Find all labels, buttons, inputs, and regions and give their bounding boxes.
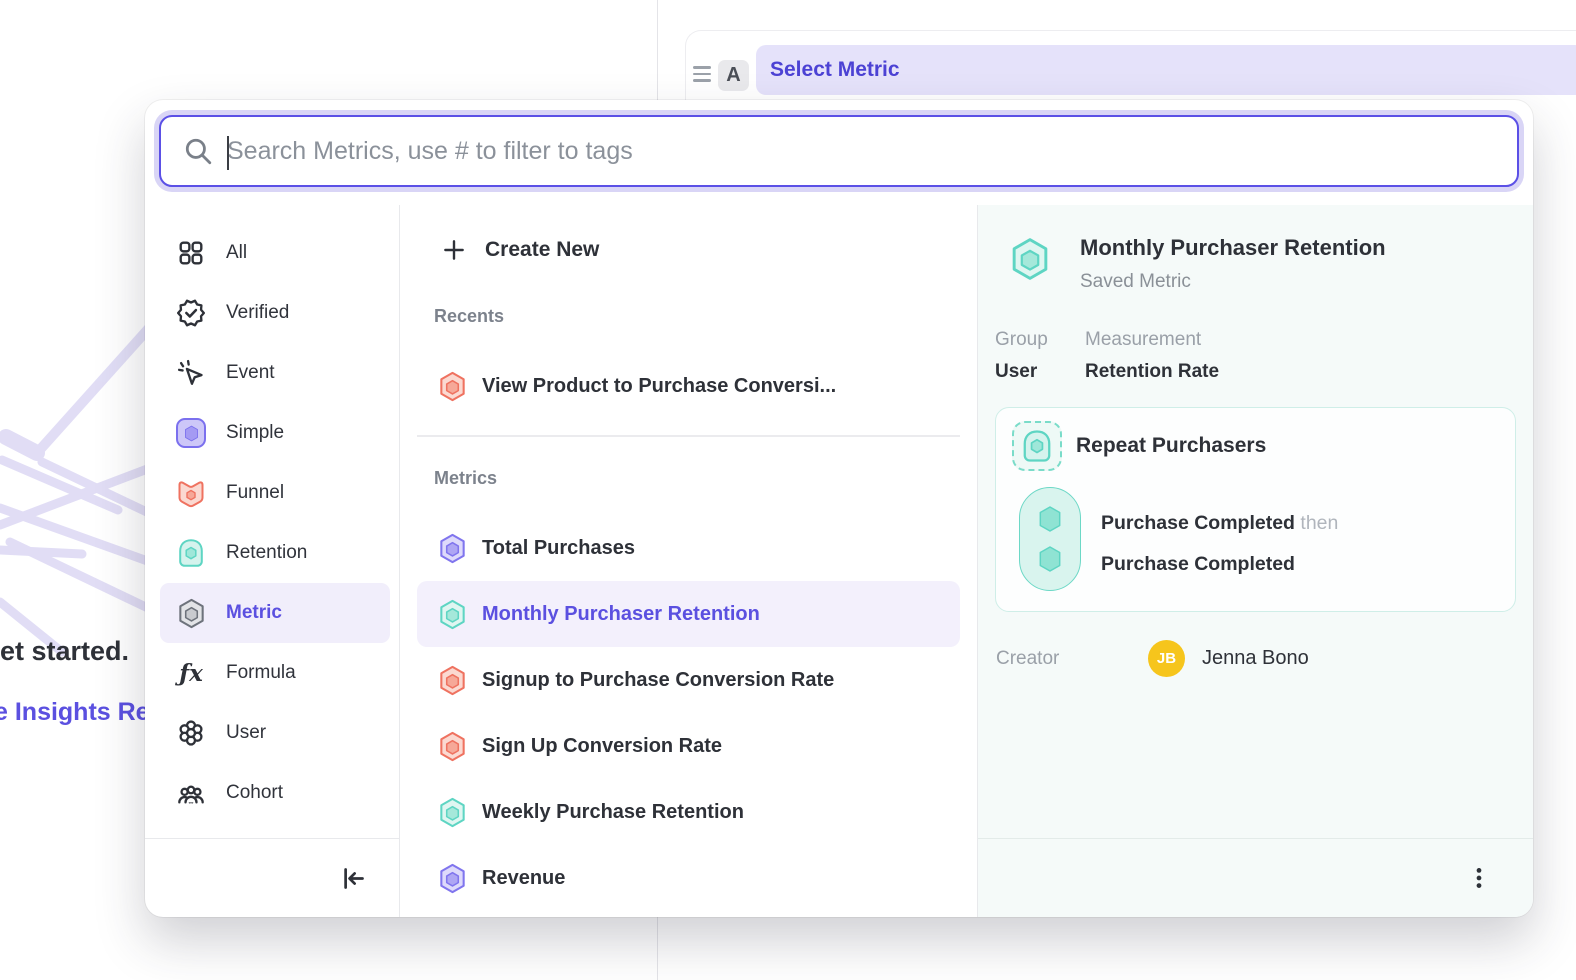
definition-step2: Purchase Completed [1101,553,1295,575]
sidebar-item-simple[interactable]: Simple [160,403,390,463]
event-sequence-capsule [1019,487,1081,591]
recent-metric-row[interactable]: View Product to Purchase Conversi... [417,357,960,415]
group-value: User [995,361,1085,383]
sidebar-item-label: Metric [226,602,282,624]
funnel-metric-icon [439,731,466,762]
funnel-metric-icon [439,371,466,402]
drag-handle-icon[interactable] [693,66,711,82]
event-hexagon-icon [1038,545,1062,573]
cursor-click-icon [176,358,206,388]
cohort-people-icon [176,778,206,808]
sidebar-item-label: Cohort [226,782,283,804]
retention-definition-icon [1012,421,1062,471]
simple-metric-icon [439,863,466,894]
sidebar-item-all[interactable]: All [160,223,390,283]
sidebar-item-metric[interactable]: Metric [160,583,390,643]
sidebar-item-funnel[interactable]: Funnel [160,463,390,523]
event-hexagon-icon [1038,505,1062,533]
metric-hexagon-icon [176,598,206,628]
formula-fx-icon: ƒx [176,658,206,688]
select-metric-pill[interactable]: Select Metric [756,45,1576,95]
sidebar-item-label: Retention [226,542,307,564]
recent-metric-label: View Product to Purchase Conversi... [482,375,836,398]
definition-title: Repeat Purchasers [1076,434,1266,458]
search-box[interactable] [159,115,1519,187]
collapse-left-icon [340,865,367,892]
measurement-value: Retention Rate [1085,361,1219,383]
definition-connector: then [1300,512,1338,534]
user-cluster-icon [176,718,206,748]
grid-icon [176,238,206,268]
sidebar-item-user[interactable]: User [160,703,390,763]
more-options-button[interactable] [1461,860,1497,896]
metric-picker-modal: All Verified [145,100,1533,917]
metric-list-panel: Create New Recents View Product to Purch… [400,205,978,917]
sidebar-item-event[interactable]: Event [160,343,390,403]
metrics-section-header: Metrics [417,463,960,493]
sidebar-item-label: Verified [226,302,289,324]
metric-row-sign-up-conversion-rate[interactable]: Sign Up Conversion Rate [417,713,960,779]
metric-row-weekly-purchase-retention[interactable]: Weekly Purchase Retention [417,779,960,845]
detail-title: Monthly Purchaser Retention [1080,235,1386,261]
simple-metric-icon [439,533,466,564]
group-label: Group [995,329,1085,351]
simple-hexagon-icon [176,418,206,448]
funnel-metric-icon [439,665,466,696]
kebab-menu-icon [1466,865,1492,891]
metric-label: Total Purchases [482,537,635,560]
metric-label: Sign Up Conversion Rate [482,735,722,758]
retention-metric-icon [439,797,466,828]
metric-type-icon [1010,237,1050,281]
metric-label: Revenue [482,867,565,890]
sidebar-item-formula[interactable]: ƒx Formula [160,643,390,703]
create-new-label: Create New [485,238,599,262]
sidebar-item-cohort[interactable]: Cohort [160,763,390,823]
retention-arch-icon [176,538,206,568]
plus-icon [441,237,467,263]
sidebar-item-label: All [226,242,247,264]
metric-row-signup-to-purchase-conversion-rate[interactable]: Signup to Purchase Conversion Rate [417,647,960,713]
sidebar-item-verified[interactable]: Verified [160,283,390,343]
retention-metric-icon [439,599,466,630]
background-text-fragment: et started. [0,636,129,667]
metric-label: Weekly Purchase Retention [482,801,744,824]
creator-label: Creator [996,648,1148,670]
creator-name: Jenna Bono [1202,647,1309,670]
funnel-icon [176,478,206,508]
sidebar-item-label: User [226,722,266,744]
metric-detail-panel: Monthly Purchaser Retention Saved Metric… [978,205,1533,917]
measurement-label: Measurement [1085,329,1219,351]
verified-seal-icon [176,298,206,328]
text-caret [227,136,229,170]
metric-row-monthly-purchaser-retention[interactable]: Monthly Purchaser Retention [417,581,960,647]
sidebar-item-label: Funnel [226,482,284,504]
search-icon [183,136,213,166]
sidebar-item-retention[interactable]: Retention [160,523,390,583]
recents-section-header: Recents [417,301,960,331]
sidebar-item-label: Formula [226,662,296,684]
sidebar-item-label: Simple [226,422,284,444]
metric-row-revenue[interactable]: Revenue [417,845,960,911]
detail-subtitle: Saved Metric [1080,271,1386,293]
metric-definition-card: Repeat Purchasers Purchase Completed the… [995,407,1516,612]
background-link-fragment[interactable]: e Insights Re [0,698,150,727]
filter-sidebar: All Verified [145,205,400,917]
create-new-button[interactable]: Create New [417,221,960,279]
section-divider [417,435,960,437]
sidebar-item-label: Event [226,362,275,384]
series-a-badge: A [718,60,749,91]
definition-step1: Purchase Completed [1101,512,1295,534]
creator-avatar: JB [1148,640,1185,677]
collapse-sidebar-button[interactable] [335,860,371,896]
metric-label: Signup to Purchase Conversion Rate [482,669,834,692]
search-input[interactable] [227,137,1517,166]
metric-label: Monthly Purchaser Retention [482,603,760,626]
metric-row-total-purchases[interactable]: Total Purchases [417,515,960,581]
